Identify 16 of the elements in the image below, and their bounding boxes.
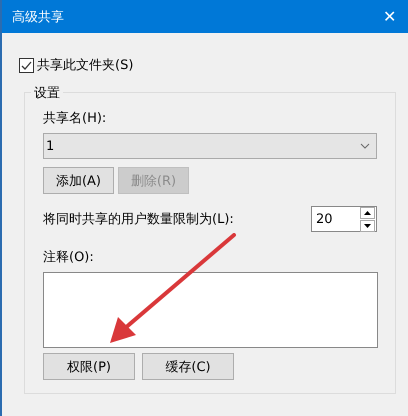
down-icon[interactable] xyxy=(360,220,375,232)
window-title: 高级共享 xyxy=(12,8,64,26)
action-button[interactable]: 缓存(C) xyxy=(142,353,234,380)
up-icon[interactable] xyxy=(360,206,375,218)
action-button[interactable]: 权限(P) xyxy=(43,353,135,380)
share-name-dropdown[interactable]: 1 xyxy=(43,133,377,159)
field-label: 共享名(H): xyxy=(43,110,108,127)
field-label: 将同时共享的用户数量限制为(L): xyxy=(43,211,234,228)
field-label: 注释(O): xyxy=(43,249,95,266)
checkbox-label: 共享此文件夹(S) xyxy=(37,57,134,74)
comment-field[interactable] xyxy=(43,272,378,348)
chevron-down-icon xyxy=(360,143,370,149)
action-button[interactable]: 添加(A) xyxy=(43,167,114,194)
number-spinner[interactable]: 20 xyxy=(311,206,377,232)
close-button[interactable]: ✕ xyxy=(379,6,400,26)
checkbox[interactable] xyxy=(19,58,34,72)
